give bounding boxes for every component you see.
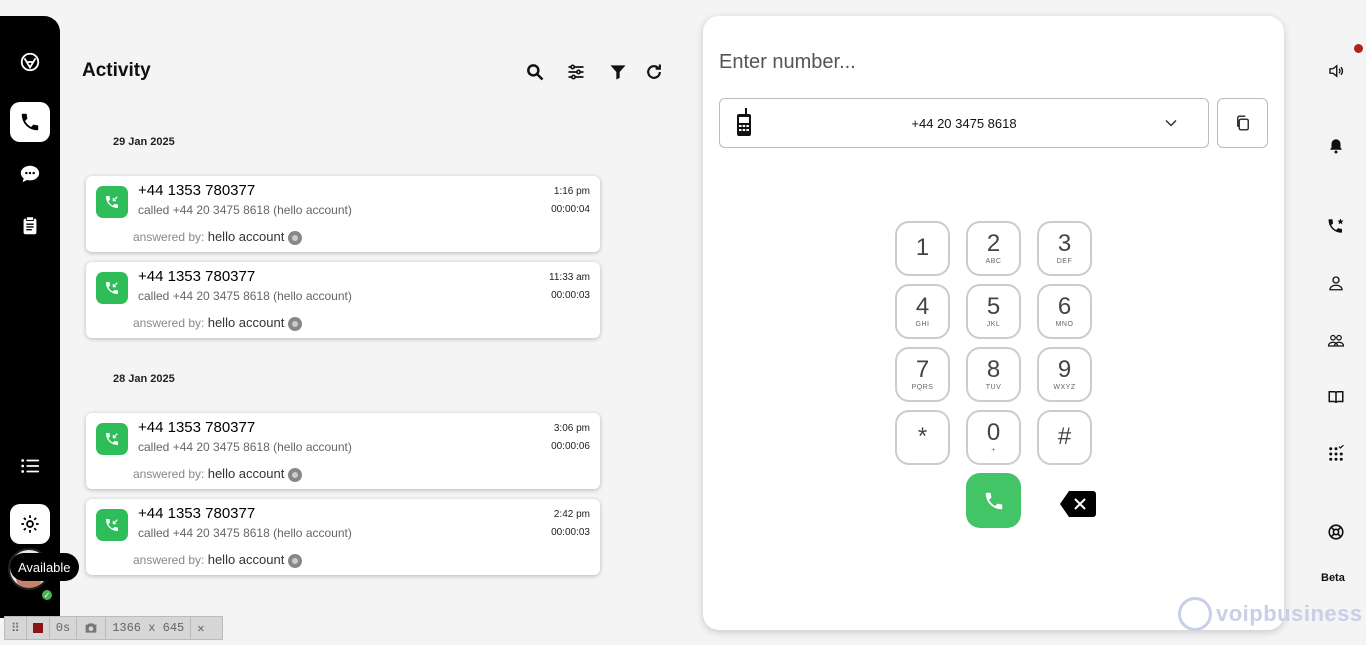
app-root: ✓ Available Activity 29 Jan 2025 +44 135… <box>0 0 1366 645</box>
called-line: called +44 20 3475 8618 (hello account) <box>138 203 352 217</box>
elapsed-time: 0s <box>50 617 78 639</box>
contact-icon[interactable] <box>1325 272 1347 294</box>
search-icon[interactable] <box>524 61 546 83</box>
refresh-icon[interactable] <box>643 61 665 83</box>
call-log-item[interactable]: +44 1353 780377 called +44 20 3475 8618 … <box>86 499 600 575</box>
dial-key-9[interactable]: 9 WXYZ <box>1037 347 1092 402</box>
phone-icon <box>985 492 1002 509</box>
call-log-item[interactable]: +44 1353 780377 called +44 20 3475 8618 … <box>86 176 600 252</box>
call-duration: 00:00:03 <box>551 527 590 538</box>
dial-key-8[interactable]: 8 TUV <box>966 347 1021 402</box>
filter-icon[interactable] <box>607 61 629 83</box>
dimensions-readout: 1366 x 645 <box>106 617 192 639</box>
notification-dot <box>1354 44 1363 53</box>
call-button[interactable] <box>966 473 1021 528</box>
nav-chat-button[interactable] <box>10 154 50 194</box>
caller-number: +44 1353 780377 <box>138 419 256 436</box>
answered-by: answered by: hello account <box>133 315 303 331</box>
watermark-text: voipbusiness <box>1216 601 1363 626</box>
browser-icon <box>288 230 303 245</box>
group-icon[interactable] <box>1325 329 1347 351</box>
answered-by: answered by: hello account <box>133 552 303 568</box>
watermark: voipbusiness <box>1178 596 1363 632</box>
date-group-label: 28 Jan 2025 <box>113 373 175 385</box>
incoming-call-icon <box>96 509 128 541</box>
nav-phone-button[interactable] <box>10 102 50 142</box>
called-line: called +44 20 3475 8618 (hello account) <box>138 440 352 454</box>
incoming-call-icon <box>96 272 128 304</box>
caller-number: +44 1353 780377 <box>138 505 256 522</box>
dial-key-1[interactable]: 1 <box>895 221 950 276</box>
caller-id-value: +44 20 3475 8618 <box>911 116 1017 131</box>
call-time: 3:06 pm <box>553 423 590 434</box>
called-line: called +44 20 3475 8618 (hello account) <box>138 289 352 303</box>
dial-key-star[interactable]: * <box>895 410 950 465</box>
call-duration: 00:00:06 <box>551 441 590 452</box>
dial-key-5[interactable]: 5 JKL <box>966 284 1021 339</box>
copy-icon <box>1236 115 1249 131</box>
chevron-down-icon <box>1165 119 1177 127</box>
page-title: Activity <box>82 60 151 81</box>
call-duration: 00:00:03 <box>551 290 590 301</box>
watermark-logo-icon <box>1178 597 1212 631</box>
call-time: 11:33 am <box>549 272 590 283</box>
call-time: 2:42 pm <box>553 509 590 520</box>
nav-notes-button[interactable] <box>10 206 50 246</box>
dial-key-0[interactable]: 0 + <box>966 410 1021 465</box>
left-nav-rail <box>0 16 60 618</box>
beta-label: Beta <box>1321 572 1345 584</box>
browser-icon <box>288 316 303 331</box>
call-duration: 00:00:04 <box>551 204 590 215</box>
dialpad-icon[interactable] <box>1325 443 1347 465</box>
dial-key-hash[interactable]: # <box>1037 410 1092 465</box>
caller-id-select[interactable]: +44 20 3475 8618 <box>719 98 1209 148</box>
called-line: called +44 20 3475 8618 (hello account) <box>138 526 352 540</box>
favorite-call-icon[interactable] <box>1325 215 1347 237</box>
nav-settings-button[interactable] <box>10 504 50 544</box>
incoming-call-icon <box>96 423 128 455</box>
status-tooltip: Available <box>10 553 79 581</box>
dial-key-4[interactable]: 4 GHI <box>895 284 950 339</box>
nav-list-button[interactable] <box>10 446 50 486</box>
book-icon[interactable] <box>1325 386 1347 408</box>
bell-icon[interactable] <box>1325 135 1347 157</box>
help-lifebuoy-icon[interactable] <box>1325 521 1347 543</box>
dial-key-7[interactable]: 7 PQRS <box>895 347 950 402</box>
incoming-call-icon <box>96 186 128 218</box>
answered-by: answered by: hello account <box>133 229 303 245</box>
close-icon[interactable]: ✕ <box>191 617 210 639</box>
backspace-icon[interactable] <box>1059 490 1097 518</box>
dial-key-2[interactable]: 2 ABC <box>966 221 1021 276</box>
stop-record-button[interactable] <box>27 617 50 639</box>
caller-number: +44 1353 780377 <box>138 268 256 285</box>
browser-icon <box>288 467 303 482</box>
copy-button[interactable] <box>1217 98 1268 148</box>
available-status-icon: ✓ <box>40 588 54 602</box>
app-logo-icon[interactable] <box>10 42 50 82</box>
camera-icon[interactable] <box>77 617 107 639</box>
number-input[interactable] <box>719 46 1259 78</box>
sliders-icon[interactable] <box>565 61 587 83</box>
volume-icon[interactable] <box>1325 60 1347 82</box>
call-log-item[interactable]: +44 1353 780377 called +44 20 3475 8618 … <box>86 262 600 338</box>
dial-key-3[interactable]: 3 DEF <box>1037 221 1092 276</box>
caller-number: +44 1353 780377 <box>138 182 256 199</box>
drag-handle-icon[interactable]: ⠿ <box>5 617 27 639</box>
browser-icon <box>288 553 303 568</box>
stop-icon <box>32 623 43 633</box>
call-time: 1:16 pm <box>553 186 590 197</box>
call-log-item[interactable]: +44 1353 780377 called +44 20 3475 8618 … <box>86 413 600 489</box>
answered-by: answered by: hello account <box>133 466 303 482</box>
date-group-label: 29 Jan 2025 <box>113 136 175 148</box>
dialer-panel: +44 20 3475 8618 1 2ABC 3DEF 4GHI 5JKL 6… <box>703 16 1284 630</box>
dial-key-6[interactable]: 6 MNO <box>1037 284 1092 339</box>
screen-recorder-bar: ⠿ 0s 1366 x 645 ✕ <box>4 616 223 640</box>
